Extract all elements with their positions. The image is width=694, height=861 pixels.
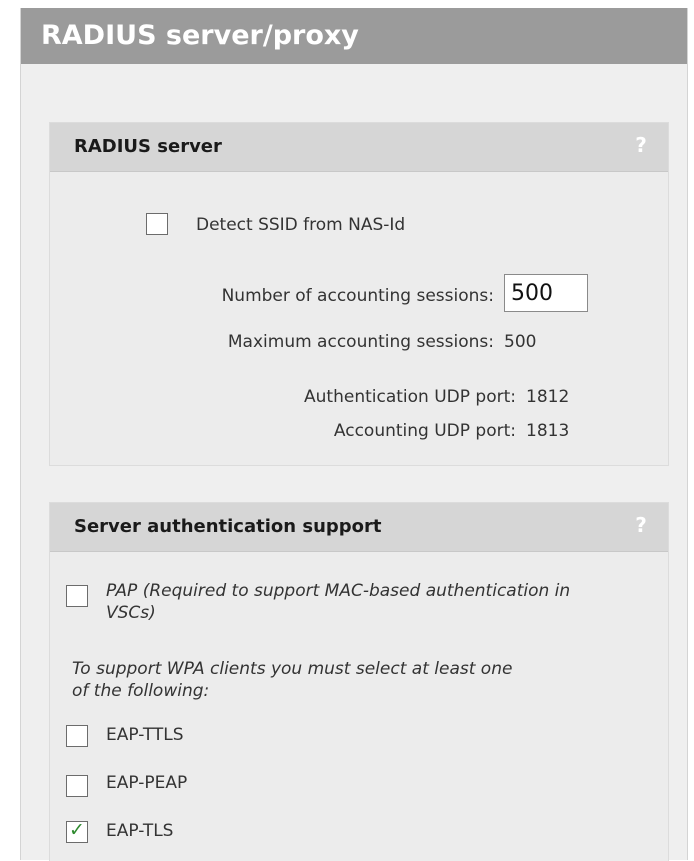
- help-icon[interactable]: ?: [630, 514, 652, 536]
- eap-ttls-label: EAP-TTLS: [106, 725, 184, 745]
- acct-port-label: Accounting UDP port:: [333, 421, 516, 441]
- radius-server-panel-title: RADIUS server: [74, 136, 222, 157]
- radius-settings-page: RADIUS server/proxy RADIUS server ? Dete…: [20, 8, 688, 861]
- pap-checkbox[interactable]: [66, 585, 88, 607]
- eap-tls-label: EAP-TLS: [106, 821, 174, 841]
- wpa-note-line1: To support WPA clients you must select a…: [72, 659, 513, 679]
- eap-ttls-checkbox[interactable]: [66, 725, 88, 747]
- help-icon[interactable]: ?: [630, 134, 652, 156]
- detect-ssid-checkbox[interactable]: [146, 213, 168, 235]
- auth-port-label: Authentication UDP port:: [304, 387, 516, 407]
- acct-port-value: 1813: [526, 421, 570, 441]
- pap-label-line1: PAP (Required to support MAC-based authe…: [106, 581, 571, 601]
- page-title: RADIUS server/proxy: [21, 8, 687, 64]
- max-sessions-label: Maximum accounting sessions:: [227, 332, 494, 352]
- num-sessions-label: Number of accounting sessions:: [221, 286, 494, 306]
- pap-label-line2: VSCs): [106, 603, 156, 623]
- radius-server-panel: RADIUS server ? Detect SSID from NAS-Id …: [49, 122, 669, 466]
- detect-ssid-label: Detect SSID from NAS-Id: [196, 215, 406, 235]
- server-auth-panel: Server authentication support ? PAP (Req…: [49, 502, 669, 861]
- wpa-note-line2: of the following:: [72, 681, 210, 701]
- server-auth-panel-header: Server authentication support ?: [50, 503, 668, 552]
- server-auth-panel-title: Server authentication support: [74, 516, 382, 537]
- auth-port-value: 1812: [526, 387, 570, 407]
- radius-server-panel-header: RADIUS server ?: [50, 123, 668, 172]
- max-sessions-value: 500: [504, 332, 537, 352]
- eap-tls-checkbox[interactable]: [66, 819, 88, 843]
- num-sessions-input[interactable]: [504, 274, 588, 312]
- eap-peap-label: EAP-PEAP: [106, 773, 188, 793]
- eap-peap-checkbox[interactable]: [66, 775, 88, 797]
